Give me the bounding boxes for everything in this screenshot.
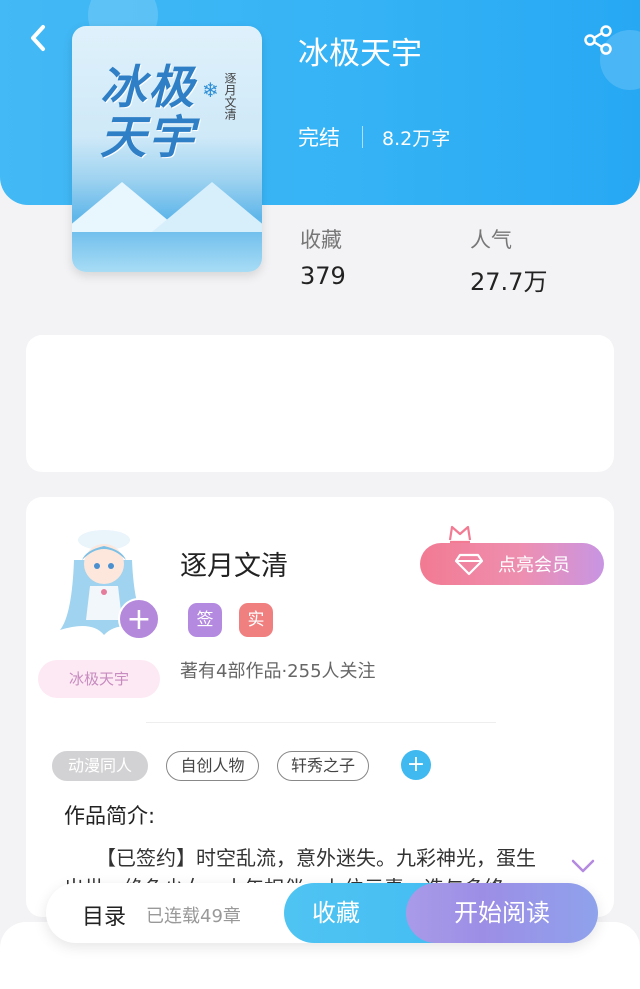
stat-label-popularity: 人气 <box>470 228 512 252</box>
vip-label: 点亮会员 <box>498 555 570 576</box>
stat-value-popularity: 27.7万 <box>470 268 548 296</box>
book-status: 完结 <box>298 126 340 150</box>
divider <box>362 126 363 148</box>
author-book-tag: 冰极天宇 <box>38 660 160 698</box>
share-icon <box>584 25 612 55</box>
expand-intro-button[interactable] <box>570 858 596 878</box>
verified-badge: 实 <box>239 603 273 637</box>
plus-icon: + <box>126 602 152 637</box>
cover-mountain <box>152 182 262 232</box>
author-info: 著有4部作品·255人关注 <box>180 661 376 682</box>
intro-title: 作品简介: <box>64 804 156 828</box>
stat-label-favorites: 收藏 <box>300 228 342 252</box>
cover-title: 冰极天宇 <box>100 60 196 164</box>
divider <box>146 722 496 723</box>
chapter-count: 已连载49章 <box>146 906 241 927</box>
genre-tag[interactable]: 轩秀之子 <box>277 751 369 781</box>
empty-card <box>26 335 614 472</box>
genre-tag[interactable]: 自创人物 <box>166 751 259 781</box>
chevron-down-icon <box>571 859 595 873</box>
plus-icon: + <box>406 752 426 777</box>
toc-button[interactable]: 目录 <box>82 899 126 931</box>
signed-badge: 签 <box>188 603 222 637</box>
start-reading-button[interactable]: 开始阅读 <box>406 883 598 943</box>
book-cover[interactable]: 冰极天宇 ❄ 逐月文清 <box>72 26 262 272</box>
snowflake-icon: ❄ <box>202 78 219 102</box>
share-button[interactable] <box>578 20 618 60</box>
word-count: 8.2万字 <box>382 128 451 150</box>
diamond-icon <box>454 553 484 576</box>
book-title: 冰极天宇 <box>298 36 422 72</box>
follow-author-button[interactable]: + <box>118 598 160 640</box>
cover-author: 逐月文清 <box>223 72 237 120</box>
stat-value-favorites: 379 <box>300 262 346 290</box>
add-tag-button[interactable]: + <box>401 750 431 780</box>
genre-tag[interactable]: 动漫同人 <box>52 751 148 781</box>
vip-button[interactable]: 点亮会员 <box>420 543 604 585</box>
back-button[interactable] <box>18 18 58 58</box>
back-arrow-icon <box>31 25 45 51</box>
author-name[interactable]: 逐月文清 <box>180 544 288 583</box>
